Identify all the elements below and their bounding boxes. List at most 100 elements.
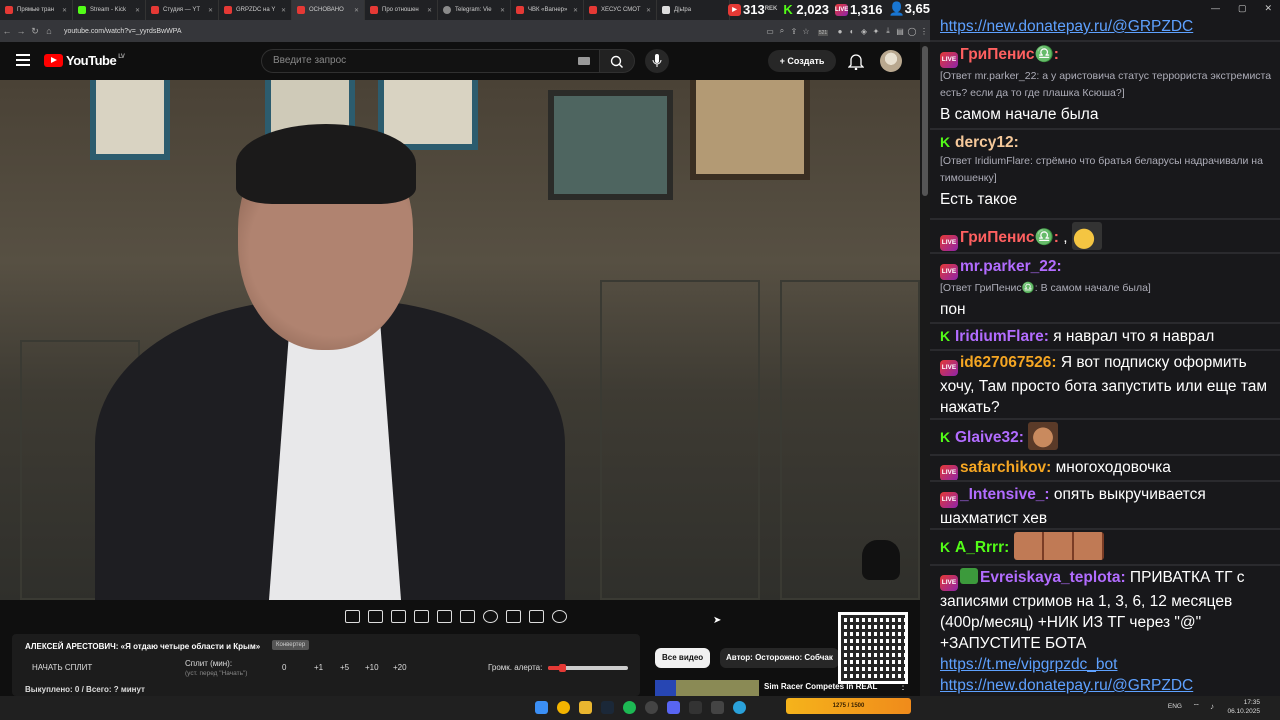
close-tab-icon[interactable]: ✕	[208, 7, 213, 14]
chat-username[interactable]: _Intensive_:	[960, 486, 1050, 503]
app-icon[interactable]	[711, 701, 724, 714]
reload-icon[interactable]: ↻	[28, 26, 42, 37]
converter-tag[interactable]: Конвертер	[272, 640, 310, 650]
scrollbar-thumb[interactable]	[922, 46, 928, 196]
tab-2[interactable]: Студия — YT ✕	[146, 0, 219, 20]
chip-all-videos[interactable]: Все видео	[655, 648, 711, 668]
extension-icon[interactable]: ◐	[846, 27, 858, 36]
close-tab-icon[interactable]: ✕	[354, 7, 359, 14]
tab-7[interactable]: ЧВК «Вагнер» ✕	[511, 0, 584, 20]
minimize-icon[interactable]: —	[1211, 3, 1220, 14]
chat-username[interactable]: Glaive32:	[955, 429, 1024, 446]
menu-kebab-icon[interactable]: ⋮	[918, 27, 930, 36]
discord-icon[interactable]	[667, 701, 680, 714]
donate-link[interactable]: https://new.donatepay.ru/@GRPZDC	[940, 18, 1193, 35]
telegram-bot-link[interactable]: https://t.me/vipgrpzdc_bot	[940, 656, 1117, 673]
chat-username[interactable]: safarchikov:	[960, 459, 1051, 476]
extension-icon[interactable]: ●	[834, 27, 846, 36]
youtube-logo[interactable]: YouTube LV	[44, 53, 125, 68]
telegram-icon[interactable]	[733, 701, 746, 714]
recommendation-title[interactable]: Sim Racer Competes In REAL	[764, 682, 877, 691]
add-1-button[interactable]: +1	[314, 663, 323, 672]
close-tab-icon[interactable]: ✕	[135, 7, 140, 14]
screen-settings-icon[interactable]	[391, 609, 406, 623]
tab-5[interactable]: Про отношен ✕	[365, 0, 438, 20]
tab-1[interactable]: Stream - Kick ✕	[73, 0, 146, 20]
chat-username[interactable]: IridiumFlare:	[955, 328, 1049, 345]
zoom-icon[interactable]: ⌕	[776, 26, 788, 36]
close-tab-icon[interactable]: ✕	[62, 7, 67, 14]
picture-in-picture-icon[interactable]	[437, 609, 452, 623]
chat-username[interactable]: ГриПенис♎:	[960, 229, 1059, 246]
cinema-mode-icon[interactable]	[460, 609, 475, 623]
volume-icon[interactable]: ♪	[1210, 702, 1214, 711]
donate-link[interactable]: https://new.donatepay.ru/@GRPZDC	[940, 677, 1193, 694]
more-options-icon[interactable]: ⋮	[898, 681, 908, 692]
close-tab-icon[interactable]: ✕	[573, 7, 578, 14]
profile-icon[interactable]: ◯	[906, 27, 918, 36]
notifications-bell-icon[interactable]	[847, 52, 865, 71]
add-5-button[interactable]: +5	[340, 663, 349, 672]
chrome-icon[interactable]	[557, 701, 570, 714]
close-tab-icon[interactable]: ✕	[646, 7, 651, 14]
share-icon[interactable]: ⇪	[788, 27, 800, 36]
add-icon[interactable]	[506, 609, 521, 623]
cast-icon[interactable]: ▭	[764, 27, 776, 36]
add-20-button[interactable]: +20	[393, 663, 407, 672]
audio-icon[interactable]	[368, 609, 383, 623]
gear-icon[interactable]	[552, 609, 567, 623]
chat-username[interactable]: dercy12:	[955, 134, 1019, 151]
url-field[interactable]: youtube.com/watch?v=_yyrdsBwWPA	[64, 28, 764, 35]
media-player-icon[interactable]	[689, 701, 702, 714]
extension-badge[interactable]: 521	[812, 27, 834, 36]
tab-9[interactable]: Д|ьtра	[657, 0, 730, 20]
back-icon[interactable]: ←	[0, 26, 14, 36]
create-button[interactable]: + Создать	[768, 50, 836, 72]
start-split-button[interactable]: НАЧАТЬ СПЛИТ	[32, 663, 92, 672]
obs-icon[interactable]	[645, 701, 658, 714]
tab-0[interactable]: Прямые тран ✕	[0, 0, 73, 20]
alert-volume-handle[interactable]	[558, 664, 566, 672]
tab-3[interactable]: GRPZDC на Y ✕	[219, 0, 292, 20]
clock[interactable]: 17:35 06.10.2025	[1227, 698, 1260, 716]
maximize-icon[interactable]: ▢	[1238, 3, 1247, 14]
extension-icon[interactable]: ◈	[858, 27, 870, 36]
language-indicator[interactable]: ENG	[1168, 703, 1182, 710]
network-icon[interactable]: ⌔	[1192, 702, 1200, 712]
loop-icon[interactable]	[345, 609, 360, 623]
hamburger-menu-icon[interactable]	[16, 54, 30, 66]
chat-username[interactable]: A_Rrrr:	[955, 539, 1009, 556]
bookmark-icon[interactable]: ▤	[894, 27, 906, 36]
chip-author[interactable]: Автор: Осторожно: Собчак	[720, 648, 839, 668]
search-button[interactable]	[599, 49, 635, 73]
folder-icon[interactable]	[579, 701, 592, 714]
tab-6[interactable]: Telegram: Vie ✕	[438, 0, 511, 20]
close-icon[interactable]: ✕	[1264, 3, 1272, 14]
tab-8[interactable]: ХЕСУС СМОТ ✕	[584, 0, 657, 20]
windows-start-icon[interactable]	[535, 701, 548, 714]
chat-username[interactable]: mr.parker_22:	[960, 258, 1062, 275]
speed-icon[interactable]	[483, 609, 498, 623]
clapper-icon[interactable]	[414, 609, 429, 623]
add-10-button[interactable]: +10	[365, 663, 379, 672]
recommendation-thumbnail[interactable]	[655, 680, 759, 696]
close-tab-icon[interactable]: ✕	[427, 7, 432, 14]
tab-4[interactable]: ОСНОВАНО ✕	[292, 0, 365, 20]
avatar[interactable]	[880, 50, 902, 72]
close-tab-icon[interactable]: ✕	[500, 7, 505, 14]
keyboard-icon[interactable]	[578, 57, 590, 65]
star-icon[interactable]: ☆	[800, 27, 812, 36]
steam-icon[interactable]	[601, 701, 614, 714]
spotify-icon[interactable]	[623, 701, 636, 714]
camera-icon[interactable]	[529, 609, 544, 623]
chat-username[interactable]: ГриПенис♎:	[960, 46, 1059, 63]
chat-username[interactable]: Evreiskaya_teplota:	[980, 569, 1126, 586]
chat-username[interactable]: id627067526:	[960, 354, 1057, 371]
split-value[interactable]: 0	[282, 663, 286, 672]
download-icon[interactable]: ⤓	[882, 26, 894, 36]
search-input[interactable]: Введите запрос	[261, 49, 599, 73]
video-player[interactable]	[0, 80, 920, 600]
home-icon[interactable]: ⌂	[42, 26, 56, 36]
voice-search-button[interactable]	[645, 49, 669, 73]
puzzle-icon[interactable]: ✦	[870, 27, 882, 36]
